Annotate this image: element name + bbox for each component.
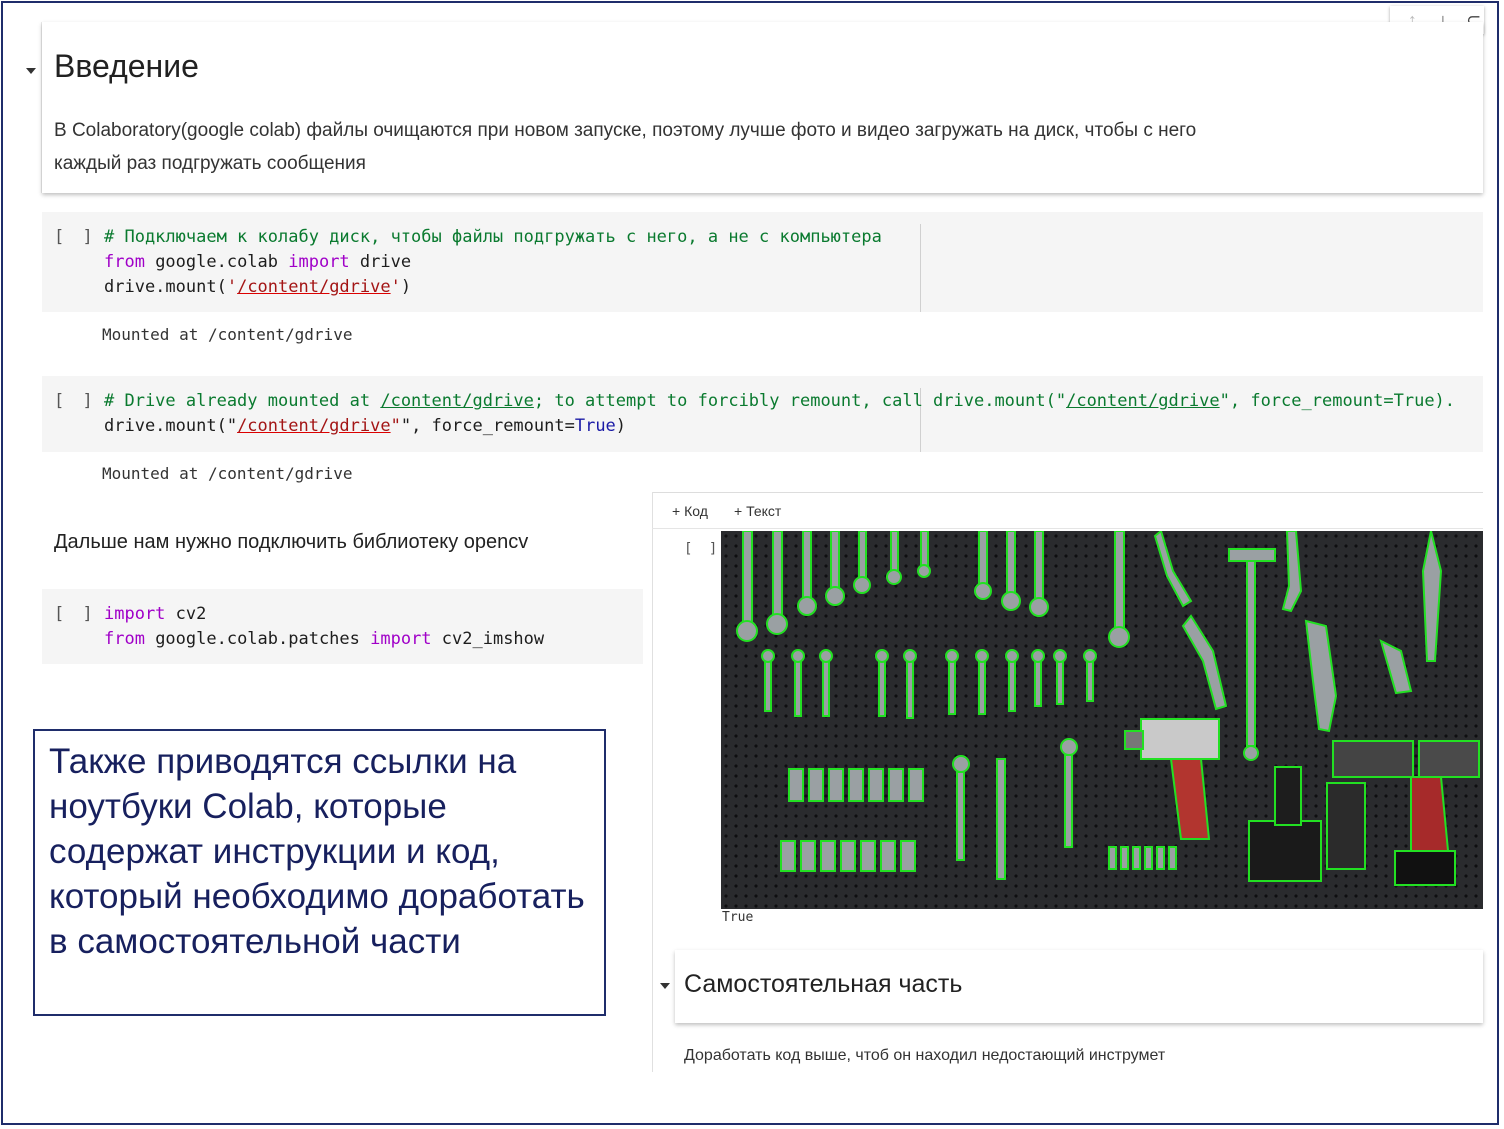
intro-text-cell[interactable]: Введение В Colaboratory(google colab) фа…: [42, 22, 1483, 193]
run-cell-button[interactable]: [ ]: [54, 227, 97, 247]
code-cell-import-cv2[interactable]: [42, 589, 643, 664]
collapse-caret-icon[interactable]: [660, 983, 670, 989]
intro-line-1: В Colaboratory(google colab) файлы очища…: [54, 120, 1197, 141]
callout-text: Также приводятся ссылки на ноутбуки Cola…: [49, 742, 585, 961]
contour-overlay: [736, 531, 1480, 886]
code-line: drive.mount('/content/gdrive'): [104, 277, 412, 297]
section-text: Доработать код выше, чтоб он находил нед…: [684, 1047, 1166, 1064]
image-output-result: True: [722, 910, 754, 925]
section-title: Самостоятельная часть: [684, 970, 963, 998]
run-cell-button[interactable]: [ ]: [54, 391, 97, 411]
run-cell-button[interactable]: [ ]: [684, 541, 721, 557]
editor-ruler: [920, 224, 921, 312]
code-comment: # Drive already mounted at /content/gdri…: [104, 391, 1456, 411]
code-line: import cv2: [104, 604, 207, 624]
intro-line-2: каждый раз подгружать сообщения: [54, 153, 366, 174]
code-cell-remount[interactable]: [42, 376, 1483, 452]
code-line: from google.colab.patches import cv2_ims…: [104, 629, 545, 649]
callout-box: Также приводятся ссылки на ноутбуки Cola…: [33, 729, 606, 1016]
code-line: drive.mount("/content/gdrive"", force_re…: [104, 416, 627, 436]
section-heading-cell[interactable]: Самостоятельная часть: [675, 950, 1483, 1023]
cell-output: Mounted at /content/gdrive: [102, 464, 353, 483]
panel-top-border: [652, 492, 1483, 493]
panel-separator: [652, 528, 1483, 529]
collapse-caret-icon[interactable]: [26, 68, 36, 74]
add-text-button[interactable]: + Текст: [734, 503, 781, 519]
intro-paragraph: В Colaboratory(google colab) файлы очища…: [54, 114, 1354, 180]
code-line: from google.colab import drive: [104, 252, 412, 272]
run-cell-button[interactable]: [ ]: [54, 604, 97, 624]
panel-left-border: [652, 492, 653, 1072]
cell-output: Mounted at /content/gdrive: [102, 325, 353, 344]
intro-heading: Введение: [54, 48, 199, 84]
add-code-button[interactable]: + Код: [672, 503, 708, 519]
opencv-text-cell[interactable]: Дальше нам нужно подключить библиотеку o…: [54, 531, 528, 554]
tools-pegboard-image: [721, 531, 1483, 909]
code-comment: # Подключаем к колабу диск, чтобы файлы …: [104, 227, 882, 247]
